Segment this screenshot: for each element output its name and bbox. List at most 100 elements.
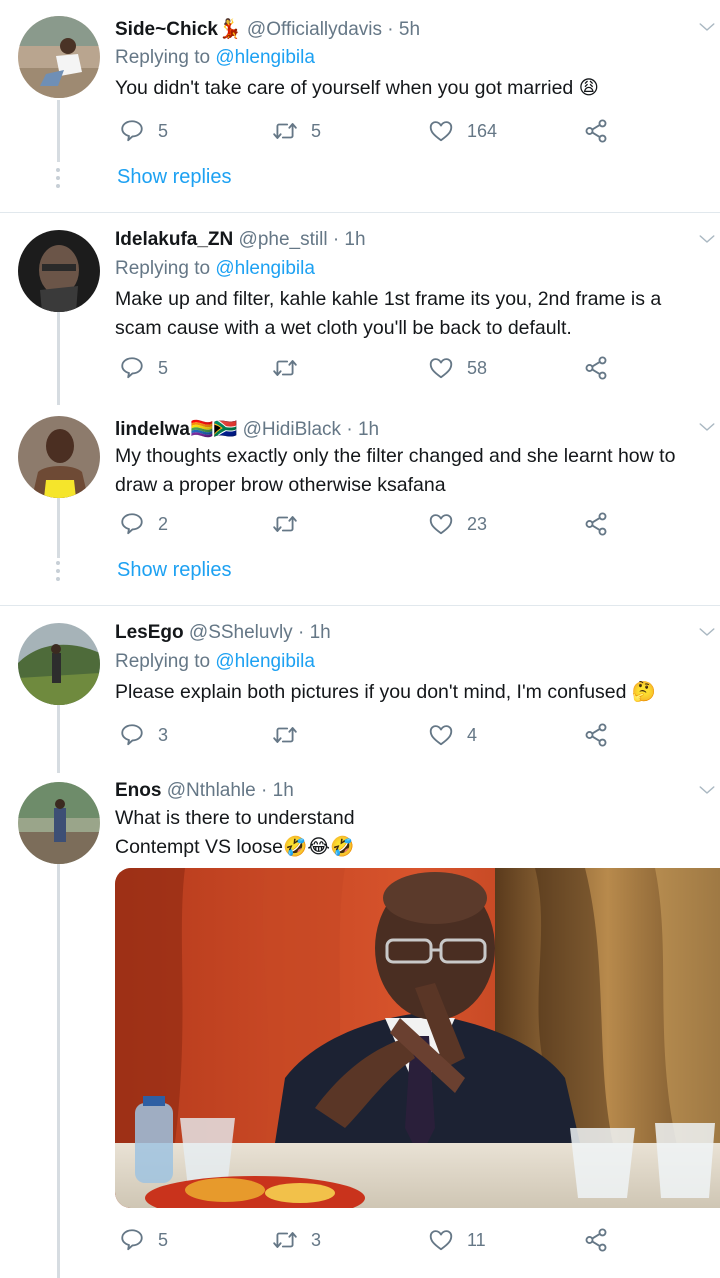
mention-link[interactable]: @hlengibila [215,47,315,68]
retweet-button[interactable] [272,509,311,539]
like-count: 11 [467,1229,486,1250]
reply-button[interactable]: 5 [119,1225,168,1255]
tweet-text: My thoughts exactly only the filter chan… [115,445,676,496]
retweet-button[interactable]: 3 [272,1225,321,1255]
reply-button[interactable]: 3 [119,720,168,750]
avatar[interactable] [18,16,100,98]
tweet-header: lindelwa🏳️‍🌈🇿🇦 @HidiBlack · 1h [115,417,379,441]
like-button[interactable]: 23 [428,509,487,539]
retweet-button[interactable] [272,353,311,383]
retweet-icon [272,511,298,537]
share-button[interactable] [583,720,609,750]
user-handle[interactable]: @phe_still [239,229,328,250]
tweet[interactable]: Idelakufa_ZN @phe_still · 1h Replying to… [0,213,720,405]
like-count: 164 [467,120,498,141]
user-handle[interactable]: @SSheluvly [189,622,293,643]
tweet-header: Enos @Nthlahle · 1h [115,780,294,802]
timestamp[interactable]: · 1h [298,622,331,643]
user-handle[interactable]: @Nthlahle [167,780,256,801]
thread-line [57,312,60,405]
chevron-down-icon[interactable] [698,418,716,436]
like-count: 23 [467,513,488,534]
retweet-button[interactable]: 5 [272,116,321,146]
like-icon [428,1227,454,1253]
display-name[interactable]: Side~Chick [115,19,218,40]
reply-icon [119,1227,145,1253]
like-button[interactable]: 11 [428,1225,486,1255]
display-name[interactable]: Enos [115,780,161,801]
avatar[interactable] [18,623,100,705]
retweet-button[interactable] [272,720,311,750]
share-button[interactable] [583,509,609,539]
reply-count: 5 [158,1229,169,1250]
display-name[interactable]: LesEgo [115,622,184,643]
retweet-count: 3 [311,1229,322,1250]
show-replies-link[interactable]: Show replies [117,559,232,582]
share-button[interactable] [583,116,609,146]
tweet-header: LesEgo @SSheluvly · 1h [115,622,331,644]
thread-line [57,864,60,1278]
tweet-text: Make up and filter, kahle kahle 1st fram… [115,288,662,339]
share-icon [583,722,609,748]
replying-prefix: Replying to [115,651,216,672]
tweet-actions: 5 58 [115,353,615,383]
retweet-icon [272,722,298,748]
show-replies-link[interactable]: Show replies [117,166,232,189]
like-button[interactable]: 58 [428,353,487,383]
reply-button[interactable]: 5 [119,116,168,146]
name-emoji: 🏳️‍🌈🇿🇦 [189,419,238,440]
share-icon [583,1227,609,1253]
tweet-header: Side~Chick💃 @Officiallydavis · 5h [115,17,420,41]
retweet-icon [272,1227,298,1253]
thread-dots [55,561,61,585]
tweet[interactable]: lindelwa🏳️‍🌈🇿🇦 @HidiBlack · 1h My though… [0,405,720,605]
timestamp[interactable]: · 1h [261,780,294,801]
tweet-text: What is there to understand Contempt VS … [115,804,710,862]
tweet-header: Idelakufa_ZN @phe_still · 1h [115,229,366,251]
tweet-actions: 5 3 11 [115,1225,615,1255]
share-button[interactable] [583,1225,609,1255]
like-count: 58 [467,357,488,378]
replying-prefix: Replying to [115,258,216,279]
like-button[interactable]: 4 [428,720,477,750]
reply-icon [119,355,145,381]
name-emoji: 💃 [217,19,242,40]
timestamp[interactable]: · 5h [387,19,420,40]
timestamp[interactable]: · 1h [346,419,379,440]
thread-dots [55,168,61,192]
share-icon [583,511,609,537]
tweet[interactable]: Side~Chick💃 @Officiallydavis · 5h Replyi… [0,0,720,212]
user-handle[interactable]: @Officiallydavis [247,19,382,40]
thread-line [57,498,60,558]
timestamp[interactable]: · 1h [333,229,366,250]
reply-icon [119,118,145,144]
tweet[interactable]: LesEgo @SSheluvly · 1h Replying to @hlen… [0,606,720,773]
tweet-text-line: Contempt VS loose🤣😂🤣 [115,836,355,858]
mention-link[interactable]: @hlengibila [215,258,315,279]
display-name[interactable]: lindelwa [115,419,190,440]
retweet-icon [272,118,298,144]
mention-link[interactable]: @hlengibila [215,651,315,672]
display-name[interactable]: Idelakufa_ZN [115,229,233,250]
reply-icon [119,511,145,537]
user-handle[interactable]: @HidiBlack [243,419,341,440]
replying-prefix: Replying to [115,47,216,68]
avatar[interactable] [18,230,100,312]
reply-count: 2 [158,513,169,534]
reply-count: 5 [158,120,169,141]
like-icon [428,722,454,748]
reply-count: 5 [158,357,169,378]
chevron-down-icon[interactable] [698,623,716,641]
chevron-down-icon[interactable] [698,18,716,36]
reply-button[interactable]: 2 [119,509,168,539]
avatar[interactable] [18,416,100,498]
tweet-actions: 3 4 [115,720,615,750]
avatar[interactable] [18,782,100,864]
share-button[interactable] [583,353,609,383]
tweet-text: You didn't take care of yourself when yo… [115,77,600,99]
like-button[interactable]: 164 [428,116,497,146]
tweet-photo[interactable] [115,868,720,1208]
chevron-down-icon[interactable] [698,781,716,799]
chevron-down-icon[interactable] [698,230,716,248]
reply-button[interactable]: 5 [119,353,168,383]
